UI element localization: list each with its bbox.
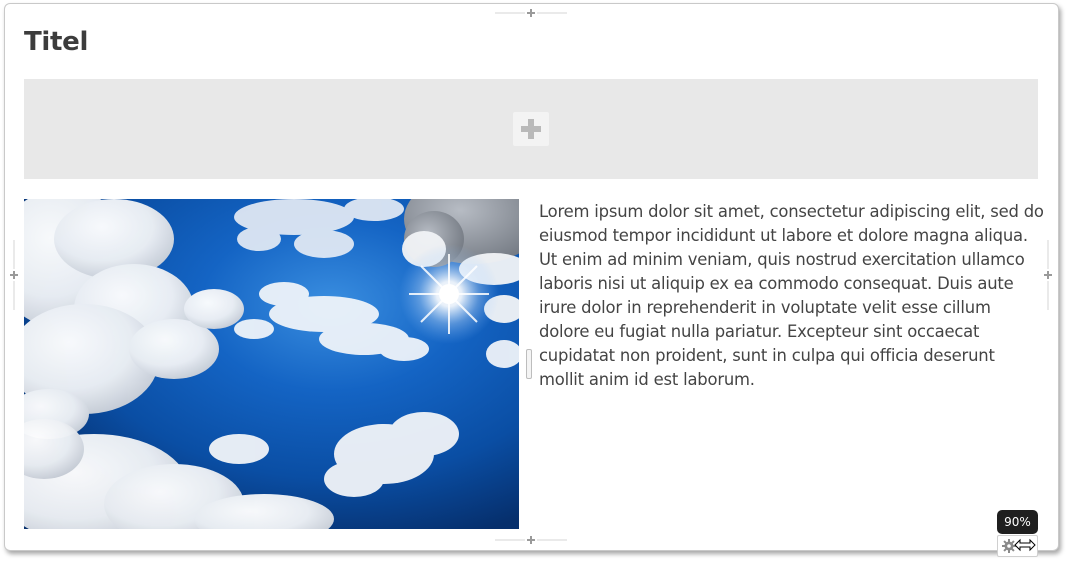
block-settings-button[interactable] (997, 535, 1038, 557)
add-content-button[interactable] (513, 112, 549, 146)
canvas: Titel Lorem ipsum dolor sit amet, consec… (0, 0, 1076, 576)
sky-clouds-photo (24, 199, 519, 529)
column-resize-handle[interactable] (526, 349, 532, 379)
resize-horizontal-cursor-icon (1014, 538, 1036, 552)
plus-icon (495, 536, 567, 544)
body-paragraph[interactable]: Lorem ipsum dolor sit amet, consectetur … (539, 200, 1044, 392)
plus-icon (521, 119, 541, 139)
insert-handle-top[interactable] (495, 6, 567, 20)
insert-handle-left[interactable] (6, 240, 22, 310)
plus-icon (495, 9, 567, 17)
zoom-badge: 90% (997, 510, 1038, 534)
plus-icon (10, 240, 18, 310)
insert-handle-bottom[interactable] (495, 533, 567, 547)
block-title[interactable]: Titel (24, 25, 88, 59)
sky-image[interactable] (24, 199, 519, 529)
